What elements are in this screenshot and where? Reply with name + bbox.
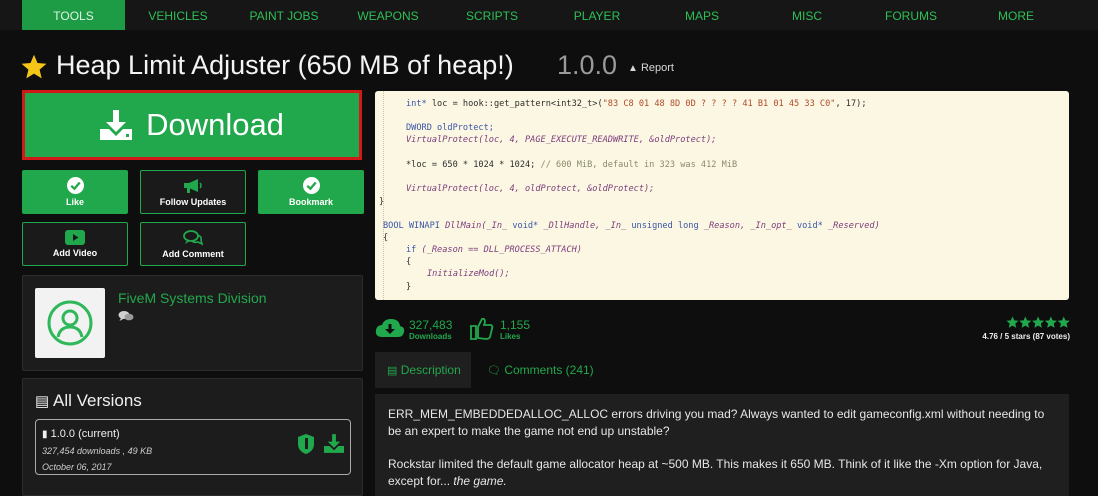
avatar[interactable] [35, 288, 105, 358]
shield-icon[interactable] [298, 434, 314, 454]
versions-title: All Versions [52, 391, 142, 410]
code-line: { [383, 233, 389, 243]
versions-heading: ▤ All Versions [35, 391, 142, 411]
check-circle-icon [66, 177, 84, 194]
version-name: 1.0.0 (current) [50, 428, 120, 440]
downloads-label: Downloads [409, 332, 452, 341]
code-line: } [406, 282, 412, 292]
code-line: DWORD oldProtect; [406, 123, 494, 133]
add-comment-label: Add Comment [162, 249, 224, 259]
nav-tools[interactable]: TOOLS [22, 0, 125, 30]
likes-count: 1,155 [500, 318, 531, 332]
tab-description-label: Description [400, 363, 461, 377]
user-icon [47, 300, 93, 346]
version-stats: 327,454 downloads , 49 KB [42, 446, 153, 456]
thumbs-up-icon[interactable] [470, 316, 494, 340]
code-line: } [379, 197, 385, 207]
code-line: VirtualProtect(loc, 4, PAGE_EXECUTE_READ… [406, 135, 717, 145]
nav-misc[interactable]: MISC [755, 0, 859, 30]
description-panel: ERR_MEM_EMBEDDEDALLOC_ALLOC errors drivi… [375, 394, 1069, 496]
warning-icon: ▲ [628, 63, 638, 74]
top-nav: TOOLS VEHICLES PAINT JOBS WEAPONS SCRIPT… [0, 0, 1098, 30]
rating-text: 4.76 / 5 stars (87 votes) [982, 332, 1070, 341]
description-emphasis: the game. [453, 474, 507, 488]
file-icon: ▮ [42, 429, 48, 440]
nav-vehicles[interactable]: VEHICLES [125, 0, 231, 30]
nav-forums[interactable]: FORUMS [859, 0, 963, 30]
list-icon: ▤ [35, 393, 50, 410]
add-video-button[interactable]: Add Video [22, 222, 128, 266]
download-button[interactable]: Download [25, 93, 359, 157]
download-icon [100, 110, 133, 140]
downloads-count: 327,483 [409, 318, 453, 332]
tab-comments[interactable]: 🗨 Comments (241) [487, 352, 607, 388]
mod-screenshot[interactable]: int* loc = hook::get_pattern<int32_t>("8… [375, 91, 1069, 300]
description-paragraph: ERR_MEM_EMBEDDEDALLOC_ALLOC errors drivi… [388, 407, 1045, 438]
download-label: Download [146, 107, 284, 142]
code-line: if (_Reason == DLL_PROCESS_ATTACH) [406, 245, 582, 255]
code-line: BOOL WINAPI DllMain(_In_ void* _DllHandl… [383, 221, 880, 231]
nav-more[interactable]: MORE [963, 0, 1069, 30]
download-highlight: Download [22, 90, 362, 160]
star-icon [21, 54, 47, 79]
nav-weapons[interactable]: WEAPONS [337, 0, 439, 30]
comments-tab-icon: 🗨 [487, 365, 501, 377]
versions-panel: ▤ All Versions ▮ 1.0.0 (current) 327,454… [22, 378, 363, 496]
megaphone-icon [184, 179, 202, 193]
file-text-icon: ▤ [387, 365, 398, 377]
follow-label: Follow Updates [159, 197, 227, 207]
add-comment-button[interactable]: Add Comment [140, 222, 246, 266]
code-line: *loc = 650 * 1024 * 1024; // 600 MiB, de… [406, 160, 738, 170]
nav-maps[interactable]: MAPS [649, 0, 755, 30]
nav-player[interactable]: PLAYER [545, 0, 649, 30]
bookmark-label: Bookmark [288, 197, 333, 207]
mod-version: 1.0.0 [557, 50, 618, 80]
report-link[interactable]: ▲ Report [628, 62, 674, 74]
bookmark-button[interactable]: Bookmark [258, 170, 364, 214]
description-paragraph: Rockstar limited the default game alloca… [388, 456, 1056, 490]
version-item[interactable]: ▮ 1.0.0 (current) 327,454 downloads , 49… [35, 419, 351, 475]
add-video-label: Add Video [52, 248, 98, 258]
version-download-icon[interactable] [324, 434, 344, 453]
cloud-download-icon [375, 319, 405, 337]
code-line: int* loc = hook::get_pattern<int32_t>("8… [406, 99, 867, 109]
like-button[interactable]: Like [22, 170, 128, 214]
stars-icon [1006, 316, 1070, 328]
comments-icon [183, 230, 203, 246]
tab-comments-label: Comments (241) [504, 363, 594, 377]
youtube-icon [65, 230, 85, 245]
nav-paint-jobs[interactable]: PAINT JOBS [231, 0, 337, 30]
code-line: InitializeMod(); [427, 269, 510, 279]
like-label: Like [65, 197, 84, 207]
likes-label: Likes [500, 332, 521, 341]
version-date: October 06, 2017 [42, 462, 112, 472]
code-line: VirtualProtect(loc, 4, oldProtect, &oldP… [406, 184, 655, 194]
report-label: Report [640, 62, 674, 74]
code-gutter [383, 91, 385, 300]
nav-scripts[interactable]: SCRIPTS [439, 0, 545, 30]
check-circle-icon [302, 177, 320, 194]
follow-updates-button[interactable]: Follow Updates [140, 170, 246, 214]
author-name[interactable]: FiveM Systems Division [118, 290, 267, 306]
mod-title: Heap Limit Adjuster (650 MB of heap!) [56, 50, 514, 80]
author-panel: FiveM Systems Division [22, 275, 363, 371]
code-line: { [406, 257, 412, 267]
version-name-row: ▮ 1.0.0 (current) [42, 428, 120, 440]
chat-icon[interactable] [118, 310, 134, 322]
tab-description[interactable]: ▤ Description [375, 352, 471, 388]
